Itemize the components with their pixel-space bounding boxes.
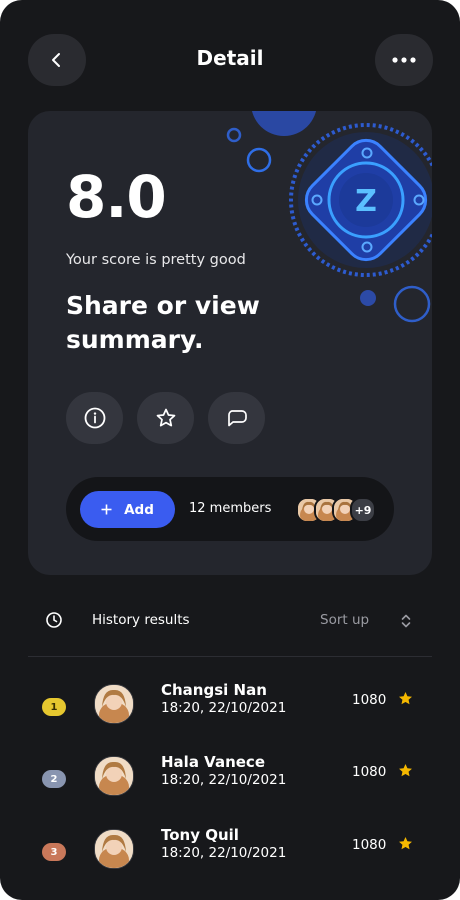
score-value: 8.0: [66, 163, 167, 231]
sort-chevrons-icon[interactable]: [400, 613, 412, 629]
members-bar: Add 12 members +9: [66, 477, 394, 541]
player-time: 18:20, 22/10/2021: [161, 772, 287, 788]
favorite-button[interactable]: [137, 392, 194, 444]
history-row[interactable]: 3 Tony Quil 18:20, 22/10/2021 1080: [28, 826, 432, 879]
star-icon: [399, 837, 412, 850]
rank-badge: 2: [42, 770, 66, 788]
info-button[interactable]: [66, 392, 123, 444]
info-icon: [84, 407, 105, 429]
rank-badge: 1: [42, 698, 66, 716]
player-points: 1080: [352, 837, 387, 853]
plus-icon: [101, 504, 112, 515]
divider: [28, 656, 432, 657]
player-points: 1080: [352, 692, 387, 708]
more-members-count[interactable]: +9: [350, 497, 376, 523]
avatar: [94, 829, 134, 869]
more-horizontal-icon: [392, 57, 416, 63]
clock-icon: [46, 612, 62, 628]
player-time: 18:20, 22/10/2021: [161, 845, 287, 861]
history-title: History results: [92, 612, 190, 628]
score-subtitle: Your score is pretty good: [66, 252, 246, 268]
comment-button[interactable]: [208, 392, 265, 444]
player-time: 18:20, 22/10/2021: [161, 700, 287, 716]
phone-screen: Detail Z 8.0 Your score is pretty good S…: [0, 0, 460, 900]
history-row[interactable]: 2 Hala Vanece 18:20, 22/10/2021 1080: [28, 753, 432, 806]
player-points: 1080: [352, 764, 387, 780]
rank-badge: 3: [42, 843, 66, 861]
player-name: Hala Vanece: [161, 753, 265, 771]
star-icon: [399, 764, 412, 777]
summary-headline: Share or view summary.: [66, 291, 260, 354]
history-header: History results Sort up: [28, 600, 432, 640]
add-member-button[interactable]: Add: [80, 491, 175, 528]
members-count: 12 members: [189, 501, 272, 516]
star-outline-icon: [156, 408, 175, 427]
star-icon: [399, 692, 412, 705]
player-name: Changsi Nan: [161, 681, 267, 699]
sort-label[interactable]: Sort up: [320, 612, 369, 628]
more-button[interactable]: [375, 34, 433, 86]
history-row[interactable]: 1 Changsi Nan 18:20, 22/10/2021 1080: [28, 681, 432, 734]
player-name: Tony Quil: [161, 826, 239, 844]
add-label: Add: [124, 501, 154, 518]
avatar: [94, 756, 134, 796]
avatar: [94, 684, 134, 724]
badge-letter: Z: [355, 184, 377, 219]
chat-bubble-icon: [227, 410, 247, 427]
summary-card: Z 8.0 Your score is pretty good Share or…: [28, 111, 432, 575]
